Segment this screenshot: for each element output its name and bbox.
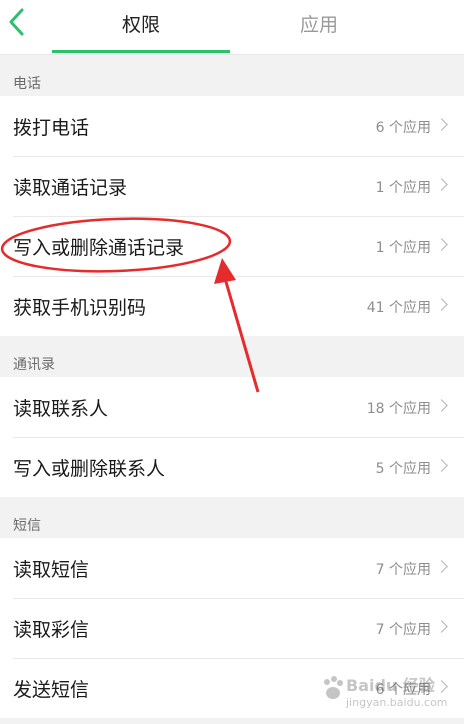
list-item-label: 读取联系人 xyxy=(13,398,109,420)
chevron-right-icon xyxy=(435,399,448,412)
section-title: 电话 xyxy=(13,76,41,92)
list-item-call-phone[interactable]: 拨打电话 6 个应用 xyxy=(0,96,464,156)
list-item-write-contacts[interactable]: 写入或删除联系人 5 个应用 xyxy=(0,437,464,497)
app-count: 7 个应用 xyxy=(375,562,431,578)
tab-apps[interactable]: 应用 xyxy=(300,10,338,37)
list-item-label: 写入或删除通话记录 xyxy=(13,237,185,259)
section-header-phone: 电话 xyxy=(0,55,464,96)
permission-list: 电话 拨打电话 6 个应用 读取通话记录 1 个应用 写入或删除通话记录 1 个… xyxy=(0,55,464,718)
list-item-label: 读取彩信 xyxy=(13,619,90,641)
section-title: 短信 xyxy=(13,518,41,534)
back-button[interactable] xyxy=(4,6,30,38)
chevron-right-icon xyxy=(435,238,448,251)
paw-icon xyxy=(324,676,343,699)
app-count: 41 个应用 xyxy=(366,300,431,316)
list-item-label: 写入或删除联系人 xyxy=(13,458,166,480)
app-count: 7 个应用 xyxy=(375,622,431,638)
app-count: 18 个应用 xyxy=(366,401,431,417)
chevron-right-icon xyxy=(435,298,448,311)
tab-permissions[interactable]: 权限 xyxy=(122,10,160,37)
list-item-read-mms[interactable]: 读取彩信 7 个应用 xyxy=(0,598,464,658)
chevron-right-icon xyxy=(435,118,448,131)
chevron-right-icon xyxy=(435,178,448,191)
section-header-sms: 短信 xyxy=(0,497,464,538)
chevron-right-icon xyxy=(435,620,448,633)
list-item-read-contacts[interactable]: 读取联系人 18 个应用 xyxy=(0,377,464,437)
list-item-label: 拨打电话 xyxy=(13,117,90,139)
app-count: 6 个应用 xyxy=(375,120,431,136)
app-count: 1 个应用 xyxy=(375,180,431,196)
list-item-read-call-log[interactable]: 读取通话记录 1 个应用 xyxy=(0,156,464,216)
list-item-label: 获取手机识别码 xyxy=(13,297,147,319)
chevron-right-icon xyxy=(435,560,448,573)
section-title: 通讯录 xyxy=(13,357,55,373)
active-tab-indicator xyxy=(52,50,230,53)
list-item-device-id[interactable]: 获取手机识别码 41 个应用 xyxy=(0,276,464,336)
app-count: 1 个应用 xyxy=(375,240,431,256)
list-item-label: 发送短信 xyxy=(13,679,90,701)
watermark-title: Baidu 经验 xyxy=(346,676,435,695)
list-item-label: 读取短信 xyxy=(13,559,90,581)
chevron-right-icon xyxy=(435,459,448,472)
list-item-write-call-log[interactable]: 写入或删除通话记录 1 个应用 xyxy=(0,216,464,276)
top-bar: 权限 应用 xyxy=(0,0,464,55)
list-item-label: 读取通话记录 xyxy=(13,177,128,199)
chevron-left-icon xyxy=(9,8,24,36)
app-count: 5 个应用 xyxy=(375,461,431,477)
section-header-contacts: 通讯录 xyxy=(0,336,464,377)
watermark: Baidu 经验 jingyan.baidu.com xyxy=(320,668,460,720)
list-item-read-sms[interactable]: 读取短信 7 个应用 xyxy=(0,538,464,598)
watermark-url: jingyan.baidu.com xyxy=(346,696,448,709)
